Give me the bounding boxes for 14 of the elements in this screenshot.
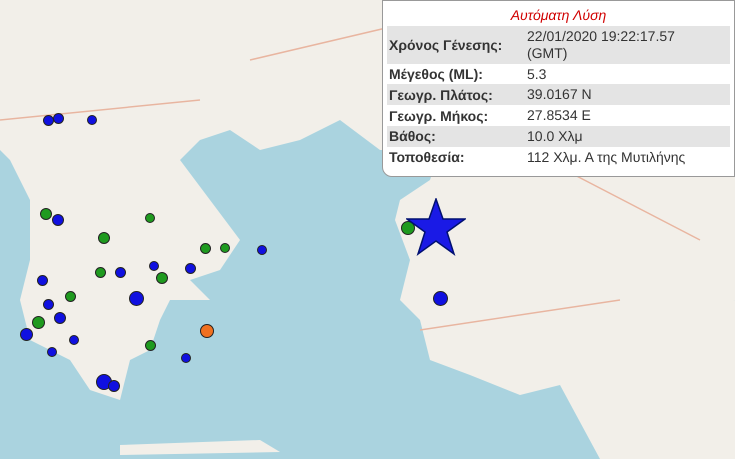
field-label: Βάθος: [389, 128, 437, 144]
field-label: Χρόνος Γένεσης: [389, 36, 504, 53]
field-label: Γεωγρ. Πλάτος: [389, 86, 494, 103]
field-value: 10.0 Χλμ [527, 128, 584, 145]
field-label: Μέγεθος (ML): [389, 66, 484, 82]
field-value: 39.0167 N [527, 86, 593, 104]
star-icon[interactable] [406, 198, 466, 256]
field-label: Γεωγρ. Μήκος: [389, 108, 490, 124]
field-label: Τοποθεσία: [389, 149, 466, 166]
field-value: 22/01/2020 19:22:17.57 (GMT) [527, 28, 676, 62]
field-value: 27.8534 E [527, 107, 592, 124]
field-value: 5.3 [527, 66, 548, 82]
popup-title: Αυτόματη Λύση [509, 7, 608, 23]
field-value: 112 Χλμ. Α της Μυτιλήνης [527, 148, 686, 166]
